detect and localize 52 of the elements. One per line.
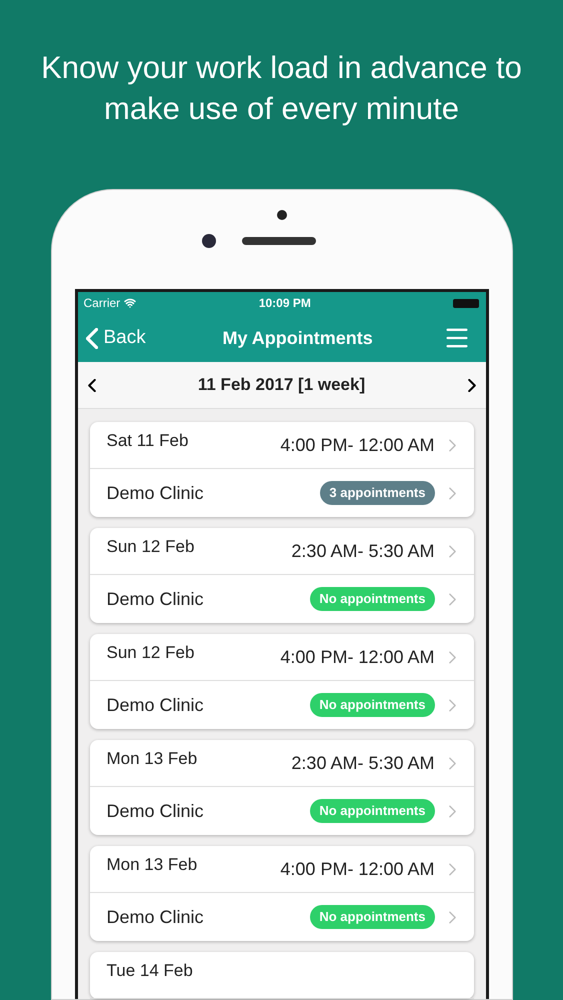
- back-button[interactable]: Back: [86, 324, 146, 352]
- shift-date: Mon 13 Feb: [106, 854, 198, 876]
- chevron-right-icon: [468, 378, 476, 392]
- headline: Know your work load in advance to make use of every minute: [40, 49, 523, 128]
- shift-card[interactable]: Tue 14 Feb: [90, 952, 474, 999]
- screen-title: My Appointments: [222, 326, 373, 350]
- carrier-label: Carrier: [84, 295, 120, 312]
- status-time: 10:09 PM: [258, 295, 311, 312]
- shift-card[interactable]: Sun 12 Feb 4:00 PM- 12:00 AM Demo Clinic No appointments: [90, 634, 474, 729]
- shift-card[interactable]: Mon 13 Feb 4:00 PM- 12:00 AM Demo Clinic No appointments: [90, 846, 474, 941]
- shift-time: 2:30 AM- 5:30 AM: [291, 752, 434, 774]
- chevron-right-icon: [448, 756, 456, 770]
- chevron-right-icon: [448, 486, 456, 500]
- clinic-name: Demo Clinic: [106, 588, 204, 610]
- shift-time: 2:30 AM- 5:30 AM: [291, 540, 434, 562]
- shift-time: 4:00 PM- 12:00 AM: [280, 858, 434, 880]
- chevron-right-icon: [448, 862, 456, 876]
- appointment-count-badge: No appointments: [310, 693, 434, 717]
- clinic-name: Demo Clinic: [106, 800, 204, 822]
- chevron-right-icon: [448, 804, 456, 818]
- shift-date: Tue 14 Feb: [106, 960, 193, 982]
- shift-date: Sat 11 Feb: [106, 430, 188, 452]
- previous-week-button[interactable]: [86, 376, 98, 394]
- camera-icon: [202, 234, 216, 248]
- chevron-right-icon: [448, 910, 456, 924]
- appointment-count-badge: 3 appointments: [320, 481, 434, 505]
- appointment-count-badge: No appointments: [310, 799, 434, 823]
- chevron-right-icon: [448, 544, 456, 558]
- clinic-name: Demo Clinic: [106, 906, 204, 928]
- shift-time: 4:00 PM- 12:00 AM: [280, 434, 434, 456]
- chevron-right-icon: [448, 650, 456, 664]
- date-range-label: 11 Feb 2017 [1 week]: [198, 374, 366, 396]
- chevron-left-icon: [88, 378, 96, 392]
- shift-date: Sun 12 Feb: [106, 642, 194, 664]
- shift-card[interactable]: Sun 12 Feb 2:30 AM- 5:30 AM Demo Clinic No appointments: [90, 528, 474, 623]
- shift-card[interactable]: Mon 13 Feb 2:30 AM- 5:30 AM Demo Clinic No appointments: [90, 740, 474, 835]
- appointment-count-badge: No appointments: [310, 587, 434, 611]
- battery-icon: [453, 298, 480, 308]
- clinic-name: Demo Clinic: [106, 482, 204, 504]
- chevron-right-icon: [448, 438, 456, 452]
- next-week-button[interactable]: [466, 376, 478, 394]
- chevron-right-icon: [448, 592, 456, 606]
- phone-speaker: [276, 210, 286, 220]
- shift-card[interactable]: Sat 11 Feb 4:00 PM- 12:00 AM Demo Clinic 3 appointments: [90, 422, 474, 517]
- shift-date: Mon 13 Feb: [106, 748, 198, 770]
- clinic-name: Demo Clinic: [106, 694, 204, 716]
- chevron-right-icon: [448, 698, 456, 712]
- wifi-icon: [124, 297, 136, 309]
- chevron-left-icon: [86, 328, 98, 348]
- appointment-count-badge: No appointments: [310, 905, 434, 929]
- shift-time: 4:00 PM- 12:00 AM: [280, 646, 434, 668]
- shift-date: Sun 12 Feb: [106, 536, 194, 558]
